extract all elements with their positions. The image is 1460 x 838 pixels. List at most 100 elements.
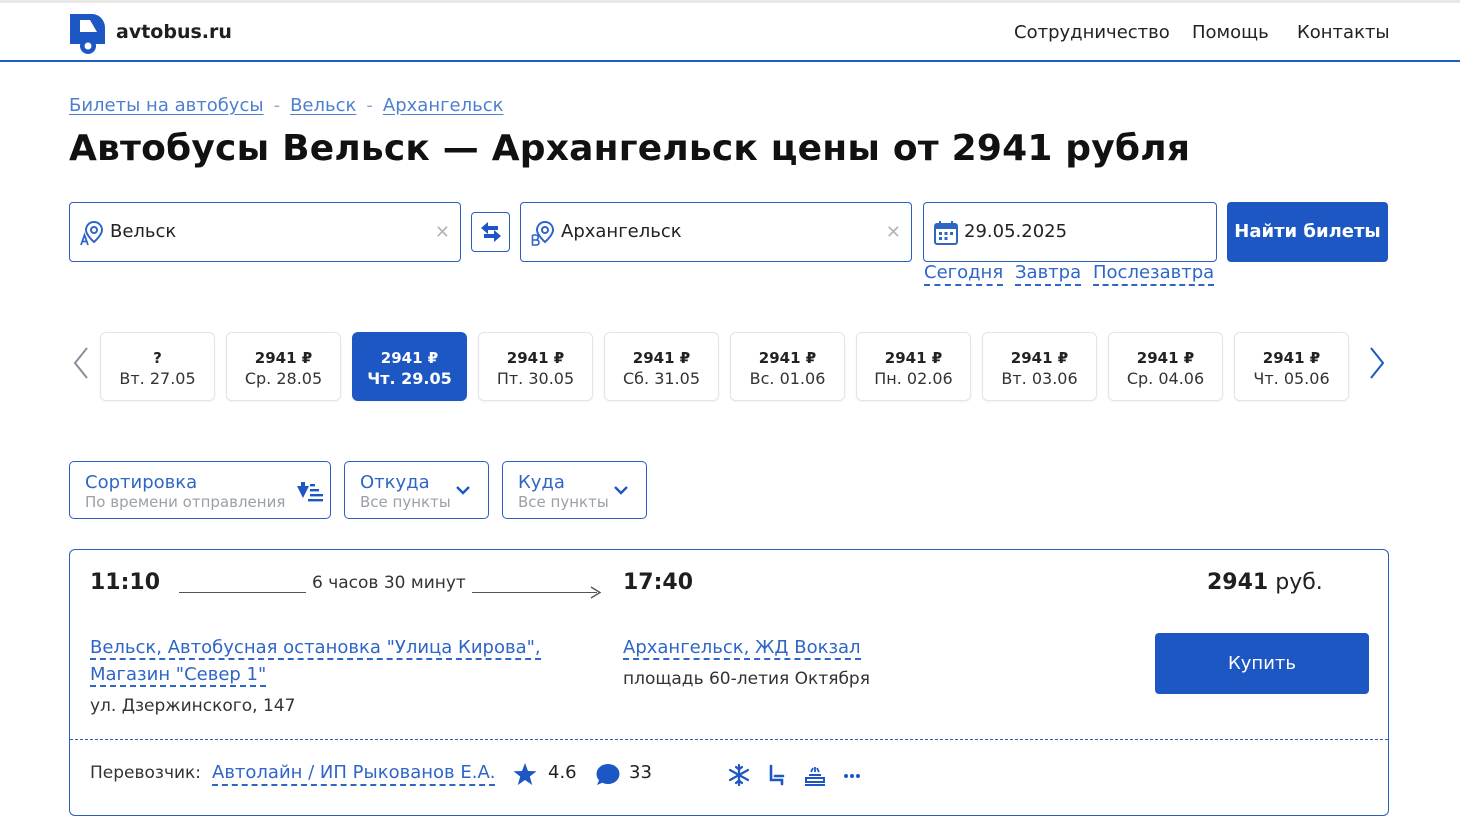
- to-filter-value: Все пункты: [518, 493, 609, 511]
- date-label: Вт. 27.05: [119, 369, 196, 388]
- brand-name[interactable]: avtobus.ru: [116, 21, 232, 43]
- star-icon: [513, 763, 537, 785]
- date-tab-6[interactable]: 2941 ₽ Пн. 02.06: [856, 332, 971, 401]
- trip-price: 2941 руб.: [1207, 570, 1323, 595]
- to-field[interactable]: Архангельск ✕: [520, 202, 912, 262]
- quick-date-today[interactable]: Сегодня: [924, 262, 1004, 286]
- breadcrumb-velsk[interactable]: Вельск: [290, 95, 356, 116]
- from-filter-label: Откуда: [360, 472, 430, 493]
- departure-address: ул. Дзержинского, 147: [90, 696, 296, 716]
- chevron-down-icon: [456, 486, 470, 495]
- trip-card: 11:10 6 часов 30 минут 17:40 2941 руб. В…: [69, 549, 1389, 816]
- arrival-time: 17:40: [623, 570, 694, 595]
- to-filter-label: Куда: [518, 472, 565, 493]
- date-tab-1[interactable]: 2941 ₽ Ср. 28.05: [226, 332, 341, 401]
- date-label: Чт. 29.05: [367, 369, 452, 388]
- date-price: 2941 ₽: [1010, 349, 1069, 367]
- trip-duration: 6 часов 30 минут: [312, 573, 466, 593]
- date-label: Чт. 05.06: [1253, 369, 1330, 388]
- to-value: Архангельск: [561, 221, 682, 242]
- clear-from-icon[interactable]: ✕: [435, 222, 450, 243]
- breadcrumb-separator: -: [273, 95, 281, 116]
- swap-arrows-icon: [481, 222, 501, 242]
- quick-date-tomorrow[interactable]: Завтра: [1015, 262, 1082, 286]
- departure-stop-line1: Вельск, Автобусная остановка "Улица Киро…: [90, 637, 541, 660]
- departure-stop-link[interactable]: Вельск, Автобусная остановка "Улица Киро…: [90, 634, 541, 688]
- sort-filter[interactable]: Сортировка По времени отправления: [69, 461, 331, 519]
- arrival-stop: Архангельск, ЖД Вокзал: [623, 637, 861, 660]
- date-label: Ср. 04.06: [1126, 369, 1205, 388]
- date-tab-7[interactable]: 2941 ₽ Вт. 03.06: [982, 332, 1097, 401]
- sort-filter-value: По времени отправления: [85, 493, 286, 511]
- breadcrumb-separator: -: [366, 95, 373, 116]
- seat-icon: [769, 764, 785, 786]
- date-tab-2-selected[interactable]: 2941 ₽ Чт. 29.05: [352, 332, 467, 401]
- chevron-left-icon[interactable]: [71, 346, 91, 380]
- departure-time: 11:10: [90, 570, 161, 595]
- carrier-rating: 4.6: [548, 762, 577, 783]
- date-tab-3[interactable]: 2941 ₽ Пт. 30.05: [478, 332, 593, 401]
- price-unit: руб.: [1275, 570, 1323, 595]
- to-filter[interactable]: Куда Все пункты: [502, 461, 647, 519]
- chevron-down-icon: [614, 486, 628, 495]
- date-price: 2941 ₽: [884, 349, 943, 367]
- breadcrumb: Билеты на автобусы - Вельск - Архангельск: [69, 95, 504, 116]
- site-header: avtobus.ru Сотрудничество Помощь Контакт…: [0, 3, 1460, 62]
- nav-partnership[interactable]: Сотрудничество: [1014, 22, 1170, 43]
- date-tab-9[interactable]: 2941 ₽ Чт. 05.06: [1234, 332, 1349, 401]
- date-price: 2941 ₽: [758, 349, 817, 367]
- date-label: Вт. 03.06: [1001, 369, 1078, 388]
- carrier-label: Перевозчик:: [90, 763, 202, 783]
- arrival-stop-link[interactable]: Архангельск, ЖД Вокзал: [623, 634, 861, 661]
- nav-contacts[interactable]: Контакты: [1297, 22, 1390, 43]
- breadcrumb-bus-tickets[interactable]: Билеты на автобусы: [69, 95, 264, 116]
- nav-help[interactable]: Помощь: [1192, 22, 1269, 43]
- calendar-icon: [934, 221, 958, 245]
- pin-b-icon: [531, 220, 555, 246]
- bus-logo-icon[interactable]: [68, 12, 108, 54]
- date-price: 2941 ₽: [506, 349, 565, 367]
- sort-icon: [297, 482, 323, 502]
- date-tab-4[interactable]: 2941 ₽ Сб. 31.05: [604, 332, 719, 401]
- breadcrumb-arkhangelsk[interactable]: Архангельск: [383, 95, 504, 116]
- departure-stop-line2: Магазин "Север 1": [90, 664, 267, 687]
- swap-button[interactable]: [471, 212, 510, 252]
- date-tab-8[interactable]: 2941 ₽ Ср. 04.06: [1108, 332, 1223, 401]
- card-divider: [70, 739, 1388, 740]
- page-title: Автобусы Вельск — Архангельск цены от 29…: [69, 128, 1191, 169]
- date-price: 2941 ₽: [1136, 349, 1195, 367]
- carrier-link[interactable]: Автолайн / ИП Рыкованов Е.А.: [212, 762, 496, 786]
- date-label: Сб. 31.05: [622, 369, 700, 388]
- clear-to-icon[interactable]: ✕: [886, 222, 901, 243]
- sort-filter-label: Сортировка: [85, 472, 198, 493]
- buy-button[interactable]: Купить: [1155, 633, 1369, 694]
- date-price: 2941 ₽: [1262, 349, 1321, 367]
- date-tab-5[interactable]: 2941 ₽ Вс. 01.06: [730, 332, 845, 401]
- from-filter-value: Все пункты: [360, 493, 451, 511]
- find-tickets-button[interactable]: Найти билеты: [1227, 202, 1388, 262]
- date-field[interactable]: 29.05.2025: [923, 202, 1217, 262]
- carrier-reviews[interactable]: 33: [629, 762, 652, 783]
- date-label: Вс. 01.06: [749, 369, 826, 388]
- date-price: 2941 ₽: [254, 349, 313, 367]
- comment-icon[interactable]: [594, 763, 620, 787]
- arrow-right-icon: [590, 586, 602, 599]
- from-value: Вельск: [110, 221, 177, 242]
- from-filter[interactable]: Откуда Все пункты: [344, 461, 489, 519]
- date-value: 29.05.2025: [964, 221, 1068, 242]
- date-price: 2941 ₽: [380, 349, 439, 367]
- more-icon[interactable]: [841, 764, 865, 786]
- date-tab-0[interactable]: ? Вт. 27.05: [100, 332, 215, 401]
- date-label: Пн. 02.06: [874, 369, 953, 388]
- date-label: Пт. 30.05: [496, 369, 575, 388]
- quick-date-after-tomorrow[interactable]: Послезавтра: [1093, 262, 1215, 286]
- snowflake-icon: [728, 764, 750, 786]
- arrival-address: площадь 60-летия Октября: [623, 669, 870, 689]
- from-field[interactable]: Вельск ✕: [69, 202, 461, 262]
- pin-a-icon: [80, 220, 104, 246]
- chevron-right-icon[interactable]: [1367, 346, 1387, 380]
- price-value: 2941: [1207, 570, 1269, 595]
- duration-line: [472, 592, 597, 593]
- date-label: Ср. 28.05: [244, 369, 323, 388]
- duration-line: [179, 592, 306, 593]
